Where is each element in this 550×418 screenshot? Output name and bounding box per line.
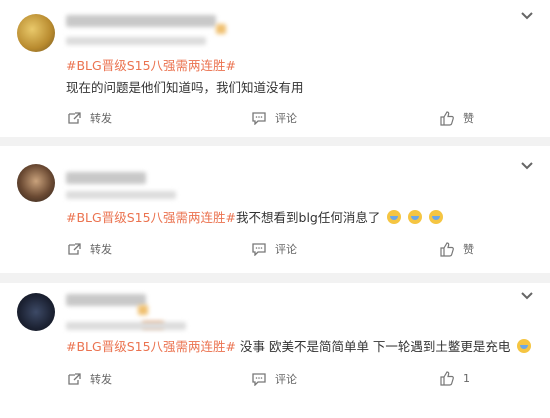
like-label: 赞 xyxy=(463,112,474,125)
user-badge-blurred xyxy=(138,305,148,315)
repost-button[interactable]: 转发 xyxy=(66,241,112,257)
repost-icon xyxy=(68,112,81,124)
comment-card: #BLG晋级S15八强需两连胜# 没事 欧美不是简简单单 下一轮遇到土鳖更是充电… xyxy=(0,283,550,418)
hashtag-link[interactable]: #BLG晋级S15八强需两连胜# xyxy=(66,210,236,225)
comment-text: 没事 欧美不是简简单单 下一轮遇到土鳖更是充电 xyxy=(236,339,511,354)
like-button[interactable]: 赞 xyxy=(439,241,474,257)
comment-icon xyxy=(252,373,266,386)
thumb-up-icon xyxy=(440,371,454,386)
comment-card: #BLG晋级S15八强需两连胜# 现在的问题是他们知道吗，我们知道没有用 转发 … xyxy=(0,0,550,137)
repost-label: 转发 xyxy=(90,243,112,256)
chevron-down-icon[interactable] xyxy=(518,159,536,173)
comment-label: 评论 xyxy=(275,243,297,256)
comment-card: #BLG晋级S15八强需两连胜#我不想看到blg任何消息了 转发 评论 赞 xyxy=(0,146,550,273)
thumb-up-icon xyxy=(440,241,454,257)
username-blurred[interactable] xyxy=(66,15,216,27)
timestamp-blurred xyxy=(66,37,206,45)
crying-emoji-icon xyxy=(429,210,444,224)
comment-button[interactable]: 评论 xyxy=(251,110,297,126)
chevron-down-icon[interactable] xyxy=(518,9,536,23)
comment-icon xyxy=(252,112,266,125)
username-blurred[interactable] xyxy=(66,294,146,306)
repost-label: 转发 xyxy=(90,373,112,386)
like-label: 赞 xyxy=(463,243,474,256)
hashtag-link[interactable]: #BLG晋级S15八强需两连胜# xyxy=(66,339,236,354)
like-button[interactable]: 1 xyxy=(439,371,470,386)
comment-label: 评论 xyxy=(275,373,297,386)
comment-button[interactable]: 评论 xyxy=(251,241,297,257)
crying-emoji-icon xyxy=(387,210,402,224)
comment-text: 现在的问题是他们知道吗，我们知道没有用 xyxy=(66,80,304,95)
comment-icon xyxy=(252,243,266,256)
timestamp-blurred xyxy=(66,191,176,199)
comment-button[interactable]: 评论 xyxy=(251,371,297,387)
crying-emoji-icon xyxy=(408,210,423,224)
comment-body: #BLG晋级S15八强需两连胜#我不想看到blg任何消息了 xyxy=(66,210,444,226)
comment-text: 我不想看到blg任何消息了 xyxy=(236,210,381,225)
avatar[interactable] xyxy=(17,164,55,202)
like-count: 1 xyxy=(463,372,470,385)
timestamp-blurred xyxy=(66,322,186,330)
comment-label: 评论 xyxy=(275,112,297,125)
charging-emoji-icon xyxy=(517,339,532,353)
chevron-down-icon[interactable] xyxy=(518,289,536,303)
repost-button[interactable]: 转发 xyxy=(66,371,112,387)
username-blurred[interactable] xyxy=(66,172,146,184)
repost-button[interactable]: 转发 xyxy=(66,110,112,126)
repost-icon xyxy=(68,243,81,255)
avatar[interactable] xyxy=(17,293,55,331)
comment-body: #BLG晋级S15八强需两连胜# 没事 欧美不是简简单单 下一轮遇到土鳖更是充电 xyxy=(66,339,532,355)
avatar[interactable] xyxy=(17,14,55,52)
like-button[interactable]: 赞 xyxy=(439,110,474,126)
repost-label: 转发 xyxy=(90,112,112,125)
repost-icon xyxy=(68,373,81,385)
hashtag-link[interactable]: #BLG晋级S15八强需两连胜# xyxy=(66,58,236,74)
thumb-up-icon xyxy=(440,110,454,126)
user-badge-blurred xyxy=(216,24,226,34)
